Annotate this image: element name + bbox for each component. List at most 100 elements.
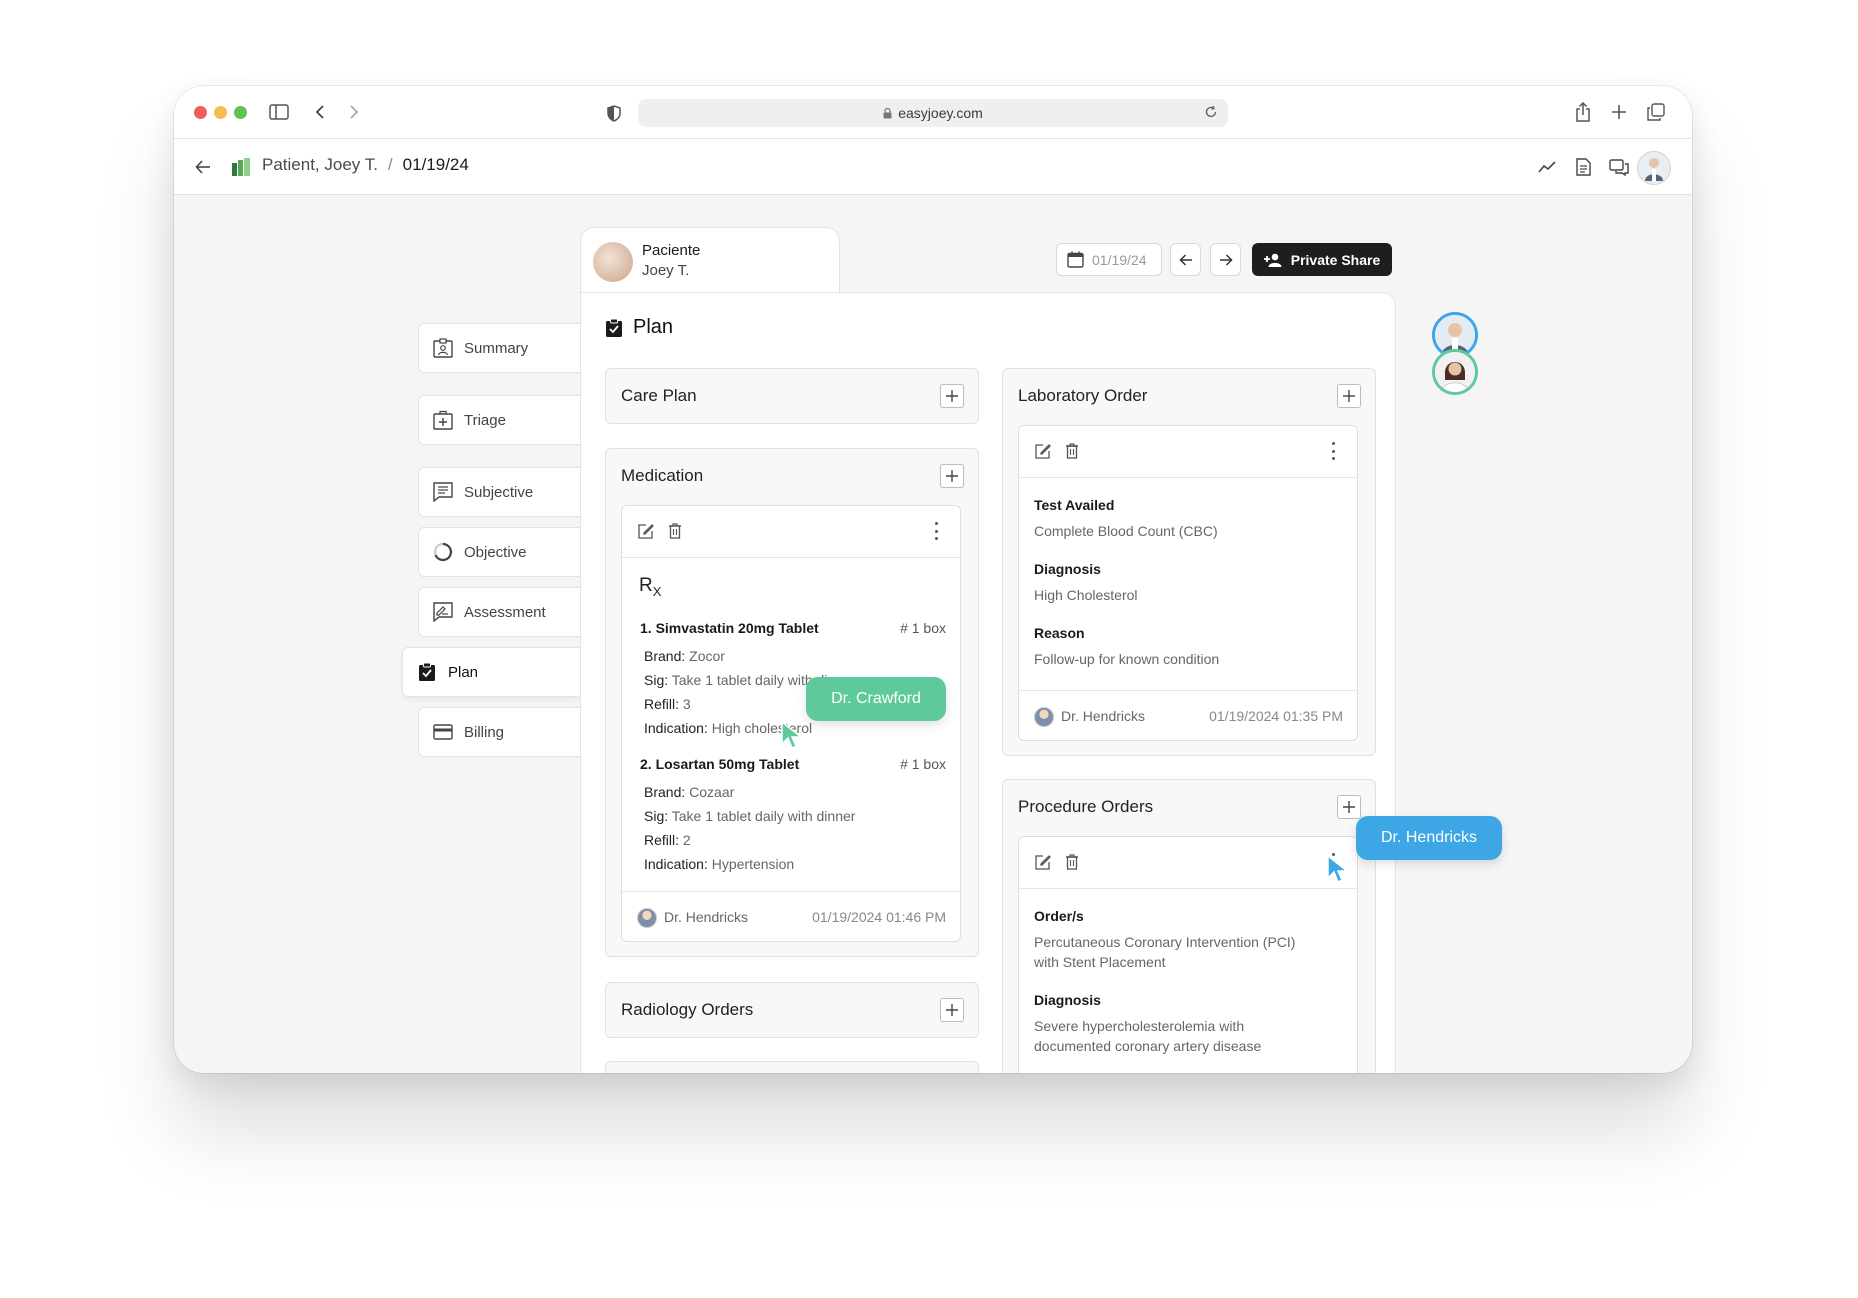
procedure-diagnosis-line1: Severe hypercholesterolemia with: [1034, 1018, 1245, 1034]
address-bar[interactable]: easyjoey.com: [638, 99, 1228, 127]
edit-icon[interactable]: [1034, 442, 1052, 460]
patient-tab[interactable]: Paciente Joey T.: [580, 227, 840, 292]
next-date-button[interactable]: [1210, 243, 1241, 276]
author-avatar: [637, 908, 657, 928]
test-availed-label: Test Availed: [1034, 497, 1115, 513]
care-plan-title: Care Plan: [621, 386, 697, 405]
maximize-window-button[interactable]: [234, 106, 247, 119]
private-share-label: Private Share: [1290, 251, 1381, 268]
forward-nav-icon[interactable]: [344, 101, 364, 123]
more-options-icon[interactable]: [1331, 442, 1335, 460]
new-tab-icon[interactable]: [1608, 101, 1630, 123]
author-name: Dr. Hendricks: [1061, 708, 1146, 724]
sidebar-item-assessment[interactable]: Assessment: [418, 587, 580, 637]
add-laboratory-order-button[interactable]: [1337, 384, 1361, 408]
orders-value-line1: Percutaneous Coronary Intervention (PCI): [1034, 934, 1296, 950]
sidebar-toggle-icon[interactable]: [268, 101, 290, 123]
more-options-icon[interactable]: [934, 522, 938, 540]
med-1-refill: Refill: 3: [644, 696, 691, 712]
med-2-qty: # 1 box: [900, 756, 946, 772]
sidebar-item-summary[interactable]: Summary: [418, 323, 580, 373]
plus-icon: [1343, 801, 1355, 813]
edit-icon[interactable]: [637, 522, 655, 540]
sidebar-item-label: Triage: [464, 411, 506, 429]
cursor-label-hendricks: Dr. Hendricks: [1356, 816, 1502, 860]
calendar-icon: [1067, 251, 1084, 268]
browser-window: easyjoey.com Patient, Joey T. / 01/19/24: [174, 86, 1692, 1073]
shield-icon[interactable]: [604, 102, 624, 124]
entry-toolbar: [1019, 837, 1357, 889]
med-2-indication: Indication: Hypertension: [644, 856, 795, 872]
lock-icon: [883, 107, 892, 119]
med-2-name: 2. Losartan 50mg Tablet: [640, 756, 800, 772]
clipboard-check-icon: [416, 661, 438, 683]
edit-icon[interactable]: [1034, 853, 1052, 871]
entry-timestamp: 01/19/2024 01:35 PM: [1209, 708, 1343, 724]
author-avatar: [1034, 707, 1054, 727]
sidebar-item-label: Assessment: [464, 603, 546, 621]
breadcrumb-patient[interactable]: Patient, Joey T.: [262, 155, 378, 175]
patient-role: Paciente: [642, 242, 701, 259]
patient-avatar: [593, 242, 633, 282]
med-2-refill: Refill: 2: [644, 832, 691, 848]
diagnosis-value: High Cholesterol: [1034, 587, 1138, 603]
previous-date-button[interactable]: [1170, 243, 1201, 276]
med-1-brand: Brand: Zocor: [644, 648, 725, 664]
tab-overview-icon[interactable]: [1645, 101, 1667, 123]
lab-order-entry: Test Availed Complete Blood Count (CBC) …: [1018, 425, 1358, 741]
date-picker[interactable]: 01/19/24: [1056, 243, 1162, 276]
sidebar-item-objective[interactable]: Objective: [418, 527, 580, 577]
document-icon[interactable]: [1572, 156, 1594, 178]
medical-kit-icon: [432, 409, 454, 431]
procedure-orders-title: Procedure Orders: [1018, 797, 1154, 816]
reload-icon[interactable]: [1204, 105, 1218, 122]
trash-icon[interactable]: [1063, 442, 1081, 460]
add-radiology-order-button[interactable]: [940, 998, 964, 1022]
add-care-plan-button[interactable]: [940, 384, 964, 408]
sidebar-item-triage[interactable]: Triage: [418, 395, 580, 445]
back-arrow-icon[interactable]: [192, 156, 214, 178]
add-procedure-order-button[interactable]: [1337, 795, 1361, 819]
share-icon[interactable]: [1572, 100, 1594, 124]
date-value: 01/19/24: [1092, 251, 1147, 268]
chat-icon[interactable]: [1608, 156, 1630, 178]
procedure-orders-card: Procedure Orders Order/s Percutaneous Co…: [1002, 779, 1376, 1073]
minimize-window-button[interactable]: [214, 106, 227, 119]
plus-icon: [946, 1004, 958, 1016]
sidebar-item-subjective[interactable]: Subjective: [418, 467, 580, 517]
clipboard-check-icon: [605, 318, 623, 338]
arrow-right-icon: [1219, 253, 1233, 266]
collaborator-avatar-crawford[interactable]: [1432, 349, 1478, 395]
arrow-left-icon: [1178, 253, 1193, 266]
page-title-text: Plan: [633, 316, 674, 338]
diagnosis-label: Diagnosis: [1034, 561, 1101, 577]
sidebar-item-billing[interactable]: Billing: [418, 707, 580, 757]
trend-chart-icon[interactable]: [1536, 156, 1558, 178]
entry-timestamp: 01/19/2024 01:46 PM: [812, 909, 946, 925]
procedure-diagnosis-label: Diagnosis: [1034, 992, 1101, 1008]
reason-value: Follow-up for known condition: [1034, 651, 1220, 667]
breadcrumb-date: 01/19/24: [402, 155, 469, 174]
plus-icon: [946, 390, 958, 402]
add-medication-button[interactable]: [940, 464, 964, 488]
page-title: Plan: [605, 316, 673, 339]
trash-icon[interactable]: [666, 522, 684, 540]
entry-footer: Dr. Hendricks 01/19/2024 01:35 PM: [1019, 690, 1357, 740]
breadcrumb-separator: /: [387, 155, 393, 174]
author-name: Dr. Hendricks: [664, 909, 749, 925]
entry-footer: Dr. Hendricks 01/19/2024 01:46 PM: [622, 891, 960, 941]
trash-icon[interactable]: [1063, 853, 1081, 871]
user-avatar[interactable]: [1637, 151, 1671, 185]
sidebar-item-plan[interactable]: Plan: [402, 647, 580, 697]
care-plan-card: Care Plan: [605, 368, 979, 424]
back-nav-icon[interactable]: [310, 101, 330, 123]
medication-title: Medication: [621, 466, 704, 485]
sidebar-item-label: Subjective: [464, 483, 534, 501]
reason-label: Reason: [1034, 625, 1085, 641]
plus-icon: [946, 470, 958, 482]
procedure-diagnosis-line2: documented coronary artery disease: [1034, 1038, 1262, 1054]
private-share-button[interactable]: Private Share: [1252, 243, 1392, 276]
laboratory-order-title: Laboratory Order: [1018, 386, 1148, 405]
rx-symbol: RX: [639, 575, 662, 599]
close-window-button[interactable]: [194, 106, 207, 119]
